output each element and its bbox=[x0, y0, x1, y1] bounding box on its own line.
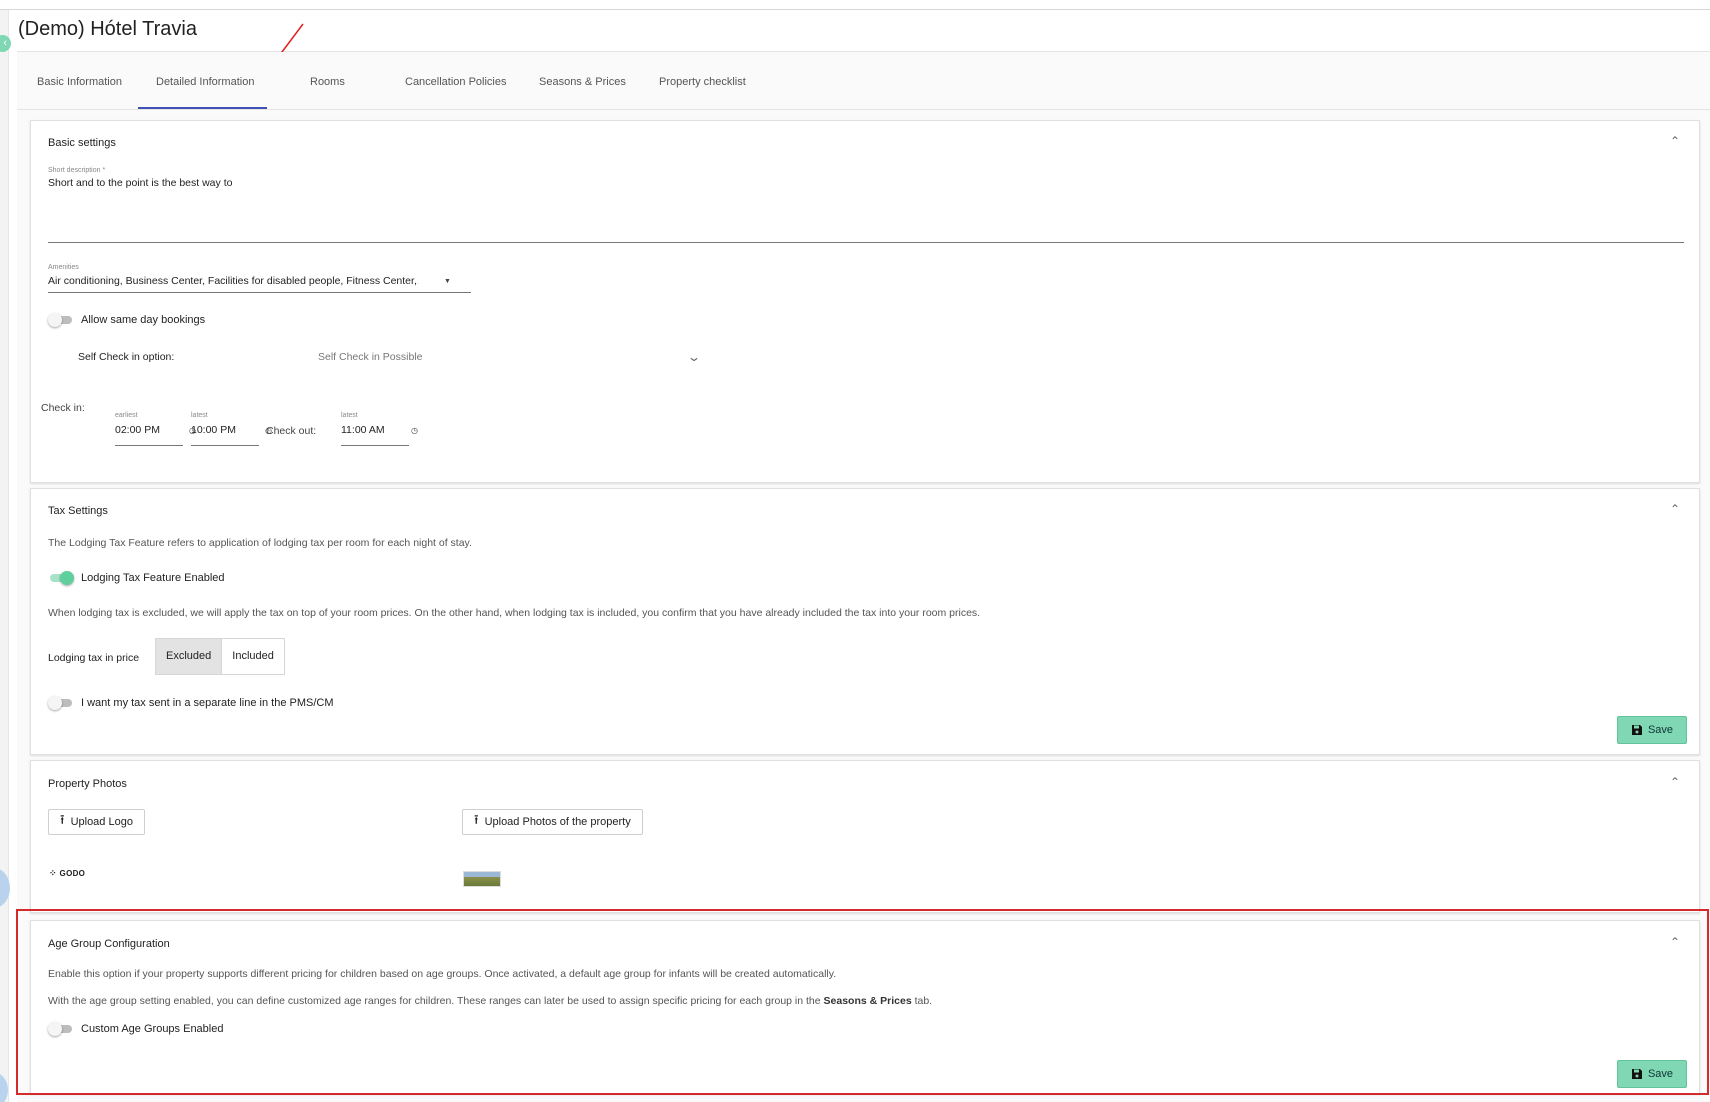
seasons-prices-link: Seasons & Prices bbox=[823, 995, 912, 1007]
floppy-icon bbox=[1631, 725, 1642, 735]
lodging-tax-toggle[interactable] bbox=[48, 571, 74, 585]
tax-in-price-label: Lodging tax in price bbox=[48, 652, 140, 664]
collapse-icon[interactable]: ‹ bbox=[0, 35, 11, 52]
age-group-card: Age Group Configuration ⌃ Enable this op… bbox=[30, 920, 1700, 1094]
tab-cancellation-policies[interactable]: Cancellation Policies bbox=[405, 76, 507, 88]
age-group-save-button[interactable]: Save bbox=[1617, 1060, 1687, 1088]
caret-down-icon[interactable]: ▼ bbox=[444, 278, 451, 285]
amenities-label: Amenities bbox=[48, 264, 79, 271]
tab-bar: Basic Information Detailed Information R… bbox=[17, 52, 1710, 110]
chevron-up-icon[interactable]: ⌃ bbox=[1669, 503, 1681, 515]
checkin-label: Check in: bbox=[41, 402, 85, 414]
checkin-earliest-underline bbox=[115, 445, 183, 446]
tab-property-checklist[interactable]: Property checklist bbox=[659, 76, 746, 88]
age-group-title: Age Group Configuration bbox=[48, 938, 170, 950]
checkout-latest-underline bbox=[341, 445, 409, 446]
amenities-underline bbox=[48, 292, 471, 293]
chevron-up-icon[interactable]: ⌃ bbox=[1669, 936, 1681, 948]
chevron-up-icon[interactable]: ⌃ bbox=[1669, 776, 1681, 788]
checkin-earliest-label: earliest bbox=[115, 412, 138, 419]
upload-logo-button[interactable]: ⭱ Upload Logo bbox=[48, 809, 145, 835]
tax-settings-title: Tax Settings bbox=[48, 505, 108, 517]
checkin-latest-underline bbox=[191, 445, 259, 446]
age-group-description: Enable this option if your property supp… bbox=[48, 968, 837, 980]
tab-rooms[interactable]: Rooms bbox=[310, 76, 345, 88]
basic-settings-title: Basic settings bbox=[48, 137, 116, 149]
chevron-down-icon[interactable]: ⌄ bbox=[687, 350, 701, 364]
tab-seasons-prices[interactable]: Seasons & Prices bbox=[539, 76, 626, 88]
upload-photos-button[interactable]: ⭱ Upload Photos of the property bbox=[462, 809, 643, 835]
floppy-icon bbox=[1631, 1069, 1642, 1079]
tab-detailed-information[interactable]: Detailed Information bbox=[156, 76, 254, 88]
upload-icon: ⭱ bbox=[474, 812, 479, 827]
tax-included-option[interactable]: Included bbox=[222, 639, 284, 674]
help-bubble-icon[interactable] bbox=[0, 868, 10, 908]
tax-save-label: Save bbox=[1647, 724, 1674, 736]
age-groups-toggle[interactable] bbox=[48, 1022, 74, 1036]
property-photos-title: Property Photos bbox=[48, 778, 127, 790]
logo-preview: ⁘ GODO bbox=[49, 868, 86, 879]
amenities-select[interactable]: Air conditioning, Business Center, Facil… bbox=[48, 275, 418, 287]
tab-basic-information[interactable]: Basic Information bbox=[37, 76, 122, 88]
basic-settings-card: Basic settings ⌃ Short description * Sho… bbox=[30, 120, 1700, 483]
short-description-input[interactable]: Short and to the point is the best way t… bbox=[48, 177, 232, 189]
property-photos-card: Property Photos ⌃ ⭱ Upload Logo ⭱ Upload… bbox=[30, 760, 1700, 913]
age-group-explanation: With the age group setting enabled, you … bbox=[48, 995, 933, 1007]
same-day-toggle[interactable] bbox=[48, 313, 74, 327]
page-title: (Demo) Hótel Travia bbox=[18, 18, 197, 40]
tax-settings-card: Tax Settings ⌃ The Lodging Tax Feature r… bbox=[30, 488, 1700, 755]
main-content: (Demo) Hótel Travia Basic Information De… bbox=[17, 10, 1710, 1102]
tax-in-price-toggle: Excluded Included bbox=[155, 638, 285, 675]
tax-description: The Lodging Tax Feature refers to applic… bbox=[48, 537, 472, 549]
checkin-latest-label: latest bbox=[191, 412, 208, 419]
checkin-latest-input[interactable]: 10:00 PM bbox=[191, 424, 236, 436]
tax-save-button[interactable]: Save bbox=[1617, 716, 1687, 744]
age-groups-toggle-label: Custom Age Groups Enabled bbox=[81, 1023, 224, 1035]
top-bar bbox=[0, 0, 1710, 10]
checkout-latest-input[interactable]: 11:00 AM bbox=[341, 424, 385, 436]
left-rail: ‹ bbox=[0, 10, 11, 1102]
tax-excluded-option[interactable]: Excluded bbox=[156, 639, 223, 674]
checkout-latest-label: latest bbox=[341, 412, 358, 419]
property-photo-thumbnail[interactable] bbox=[463, 871, 501, 887]
self-checkin-label: Self Check in option: bbox=[78, 351, 175, 363]
age-group-save-label: Save bbox=[1647, 1068, 1674, 1080]
short-description-label: Short description * bbox=[48, 167, 106, 174]
same-day-label: Allow same day bookings bbox=[81, 314, 206, 326]
upload-photos-label: Upload Photos of the property bbox=[484, 816, 631, 828]
logo-text: GODO bbox=[59, 869, 86, 878]
title-bar: (Demo) Hótel Travia bbox=[17, 10, 1710, 70]
godo-logo-icon: ⁘ bbox=[49, 868, 57, 878]
upload-logo-label: Upload Logo bbox=[70, 816, 133, 828]
short-description-underline bbox=[48, 242, 1684, 243]
self-checkin-select[interactable]: Self Check in Possible bbox=[318, 351, 422, 363]
separate-line-label: I want my tax sent in a separate line in… bbox=[81, 697, 334, 709]
chevron-up-icon[interactable]: ⌃ bbox=[1669, 135, 1681, 147]
tax-explanation: When lodging tax is excluded, we will ap… bbox=[48, 607, 981, 619]
active-tab-indicator bbox=[138, 107, 267, 109]
chat-bubble-icon[interactable] bbox=[0, 1072, 8, 1102]
lodging-tax-toggle-label: Lodging Tax Feature Enabled bbox=[81, 572, 225, 584]
clock-icon[interactable]: ◷ bbox=[411, 426, 418, 435]
checkout-label: Check out: bbox=[266, 425, 317, 437]
separate-line-toggle[interactable] bbox=[48, 696, 74, 710]
upload-icon: ⭱ bbox=[60, 812, 65, 827]
checkin-earliest-input[interactable]: 02:00 PM bbox=[115, 424, 160, 436]
